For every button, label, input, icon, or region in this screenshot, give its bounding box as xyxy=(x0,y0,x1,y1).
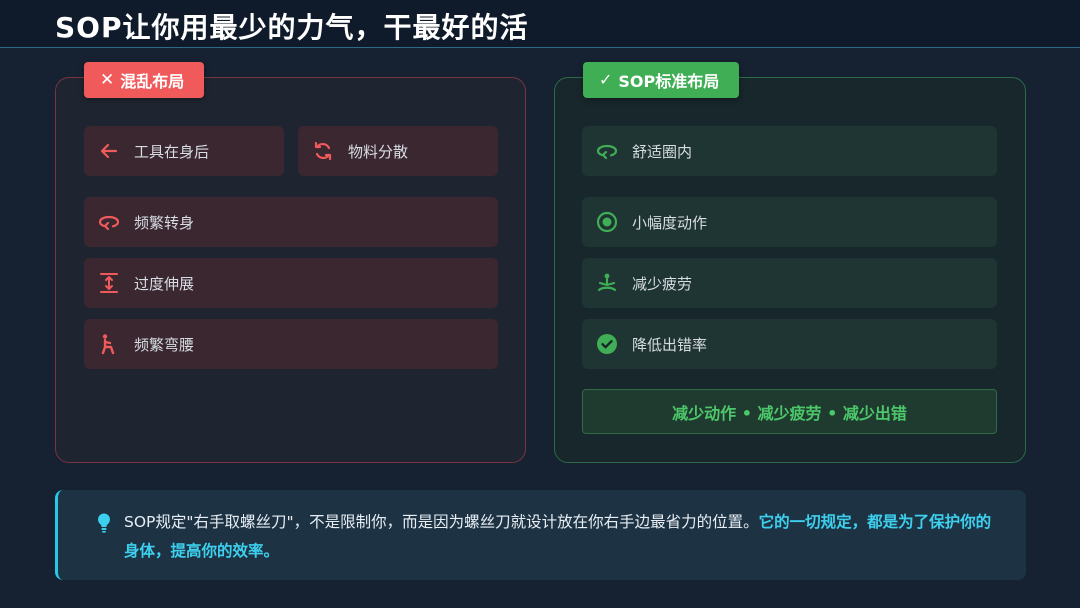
chaotic-layout-badge: ✕ 混乱布局 xyxy=(84,62,205,98)
meditation-icon xyxy=(596,272,618,294)
list-item: 频繁弯腰 xyxy=(84,319,498,369)
item-label: 物料分散 xyxy=(348,142,409,161)
tip-text: SOP规定"右手取螺丝刀"，不是限制你，而是因为螺丝刀就设计放在你右手边最省力的… xyxy=(124,508,1004,566)
list-item: 过度伸展 xyxy=(84,258,498,308)
chaotic-layout-panel: ✕ 混乱布局 工具在身后 物料分散 频繁转身 过度伸展 频繁弯腰 xyxy=(55,62,526,463)
item-label: 小幅度动作 xyxy=(632,213,708,232)
bending-person-icon xyxy=(98,333,120,355)
arrow-left-icon xyxy=(98,140,120,162)
lightbulb-icon xyxy=(95,512,113,534)
list-item: 小幅度动作 xyxy=(582,197,997,247)
target-dot-icon xyxy=(596,211,618,233)
turn-around-icon xyxy=(98,211,120,233)
sop-layout-badge-label: SOP标准布局 xyxy=(618,72,720,91)
list-item: 频繁转身 xyxy=(84,197,498,247)
stretch-vertical-icon xyxy=(98,272,120,294)
sop-layout-panel: ✓ SOP标准布局 舒适圈内 小幅度动作 减少疲劳 降低出错率 减少动作 • 减… xyxy=(554,62,1026,463)
list-item: 物料分散 xyxy=(298,126,498,176)
item-label: 舒适圈内 xyxy=(632,142,693,161)
checkmark-icon: ✓ xyxy=(599,70,613,89)
item-label: 过度伸展 xyxy=(134,274,195,293)
item-label: 减少疲劳 xyxy=(632,274,693,293)
list-item: 工具在身后 xyxy=(84,126,284,176)
chaotic-layout-badge-label: 混乱布局 xyxy=(120,72,185,91)
x-icon: ✕ xyxy=(100,69,115,90)
sop-layout-badge: ✓ SOP标准布局 xyxy=(583,62,740,98)
item-label: 降低出错率 xyxy=(632,335,708,354)
list-item: 降低出错率 xyxy=(582,319,997,369)
sync-icon xyxy=(312,140,334,162)
list-item: 减少疲劳 xyxy=(582,258,997,308)
list-item: 舒适圈内 xyxy=(582,126,997,176)
item-label: 频繁转身 xyxy=(134,213,195,232)
tip-body: SOP规定"右手取螺丝刀"，不是限制你，而是因为螺丝刀就设计放在你右手边最省力的… xyxy=(124,513,759,531)
check-circle-icon xyxy=(596,333,618,355)
summary-banner: 减少动作 • 减少疲劳 • 减少出错 xyxy=(582,389,997,434)
turn-around-icon xyxy=(596,140,618,162)
item-label: 工具在身后 xyxy=(134,142,210,161)
item-label: 频繁弯腰 xyxy=(134,335,195,354)
tip-callout: SOP规定"右手取螺丝刀"，不是限制你，而是因为螺丝刀就设计放在你右手边最省力的… xyxy=(55,490,1026,580)
page-title: SOP让你用最少的力气，干最好的活 xyxy=(55,11,529,44)
